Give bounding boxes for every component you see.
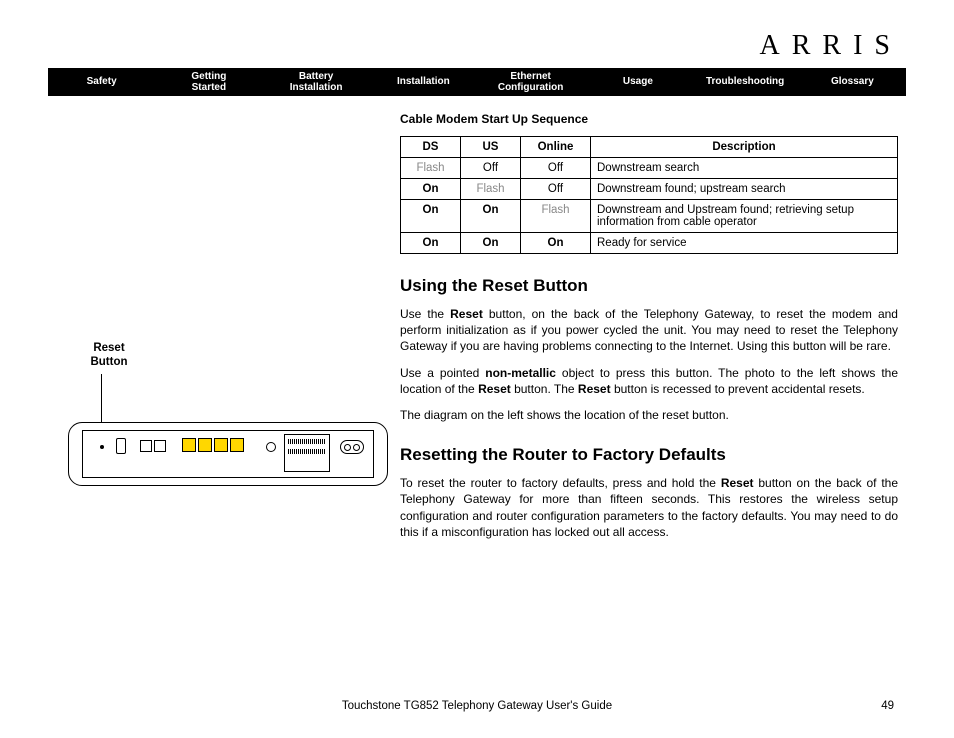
cell-desc: Downstream and Upstream found; retrievin… [591,200,898,233]
th-ds: DS [401,137,461,158]
nav-installation[interactable]: Installation [370,76,477,88]
th-online: Online [521,137,591,158]
cell-online: On [521,233,591,254]
th-us: US [461,137,521,158]
tel-port-1-icon [140,440,152,452]
eth-port-1-icon [182,438,196,452]
cell-us: On [461,233,521,254]
nav-safety[interactable]: Safety [48,76,155,88]
sidebar: Reset Button [48,112,400,550]
main-content: Cable Modem Start Up Sequence DS US Onli… [400,112,906,550]
device-diagram [68,412,388,496]
cell-online: Off [521,179,591,200]
reset-hole-icon [100,445,104,449]
cell-ds: On [401,233,461,254]
footer-title: Touchstone TG852 Telephony Gateway User'… [0,700,954,712]
cell-desc: Downstream search [591,158,898,179]
th-desc: Description [591,137,898,158]
heading-reset: Using the Reset Button [400,276,898,296]
cell-us: On [461,200,521,233]
nav-glossary[interactable]: Glossary [799,76,906,88]
cell-online: Flash [521,200,591,233]
table-row: OnFlashOffDownstream found; upstream sea… [401,179,898,200]
nav-troubleshooting[interactable]: Troubleshooting [692,76,799,88]
reset-paragraph-3: The diagram on the left shows the locati… [400,407,898,423]
nav-getting-started[interactable]: Getting Started [155,71,262,94]
compliance-sticker [284,434,330,472]
coax-port-icon [266,442,276,452]
table-row: OnOnFlashDownstream and Upstream found; … [401,200,898,233]
table-title: Cable Modem Start Up Sequence [400,112,898,126]
brand-logo: ARRIS [48,30,906,62]
cell-desc: Downstream found; upstream search [591,179,898,200]
cell-us: Off [461,158,521,179]
eth-port-4-icon [230,438,244,452]
power-port-icon [340,440,364,454]
nav-bar: Safety Getting Started Battery Installat… [48,68,906,96]
heading-factory-reset: Resetting the Router to Factory Defaults [400,445,898,465]
usb-port-icon [116,438,126,454]
nav-usage[interactable]: Usage [584,76,691,88]
cell-us: Flash [461,179,521,200]
eth-port-3-icon [214,438,228,452]
cell-desc: Ready for service [591,233,898,254]
nav-ethernet-config[interactable]: Ethernet Configuration [477,71,584,94]
cell-ds: Flash [401,158,461,179]
eth-port-2-icon [198,438,212,452]
startup-sequence-table: DS US Online Description FlashOffOffDown… [400,136,898,254]
reset-paragraph-2: Use a pointed non-metallic object to pre… [400,365,898,397]
factory-paragraph-1: To reset the router to factory defaults,… [400,475,898,540]
table-row: FlashOffOffDownstream search [401,158,898,179]
cell-ds: On [401,200,461,233]
cell-online: Off [521,158,591,179]
tel-port-2-icon [154,440,166,452]
device-back-panel [82,430,374,478]
cell-ds: On [401,179,461,200]
table-row: OnOnOnReady for service [401,233,898,254]
nav-battery-installation[interactable]: Battery Installation [263,71,370,94]
reset-paragraph-1: Use the Reset button, on the back of the… [400,306,898,355]
reset-button-callout-label: Reset Button [74,342,144,370]
page-number: 49 [881,700,894,712]
